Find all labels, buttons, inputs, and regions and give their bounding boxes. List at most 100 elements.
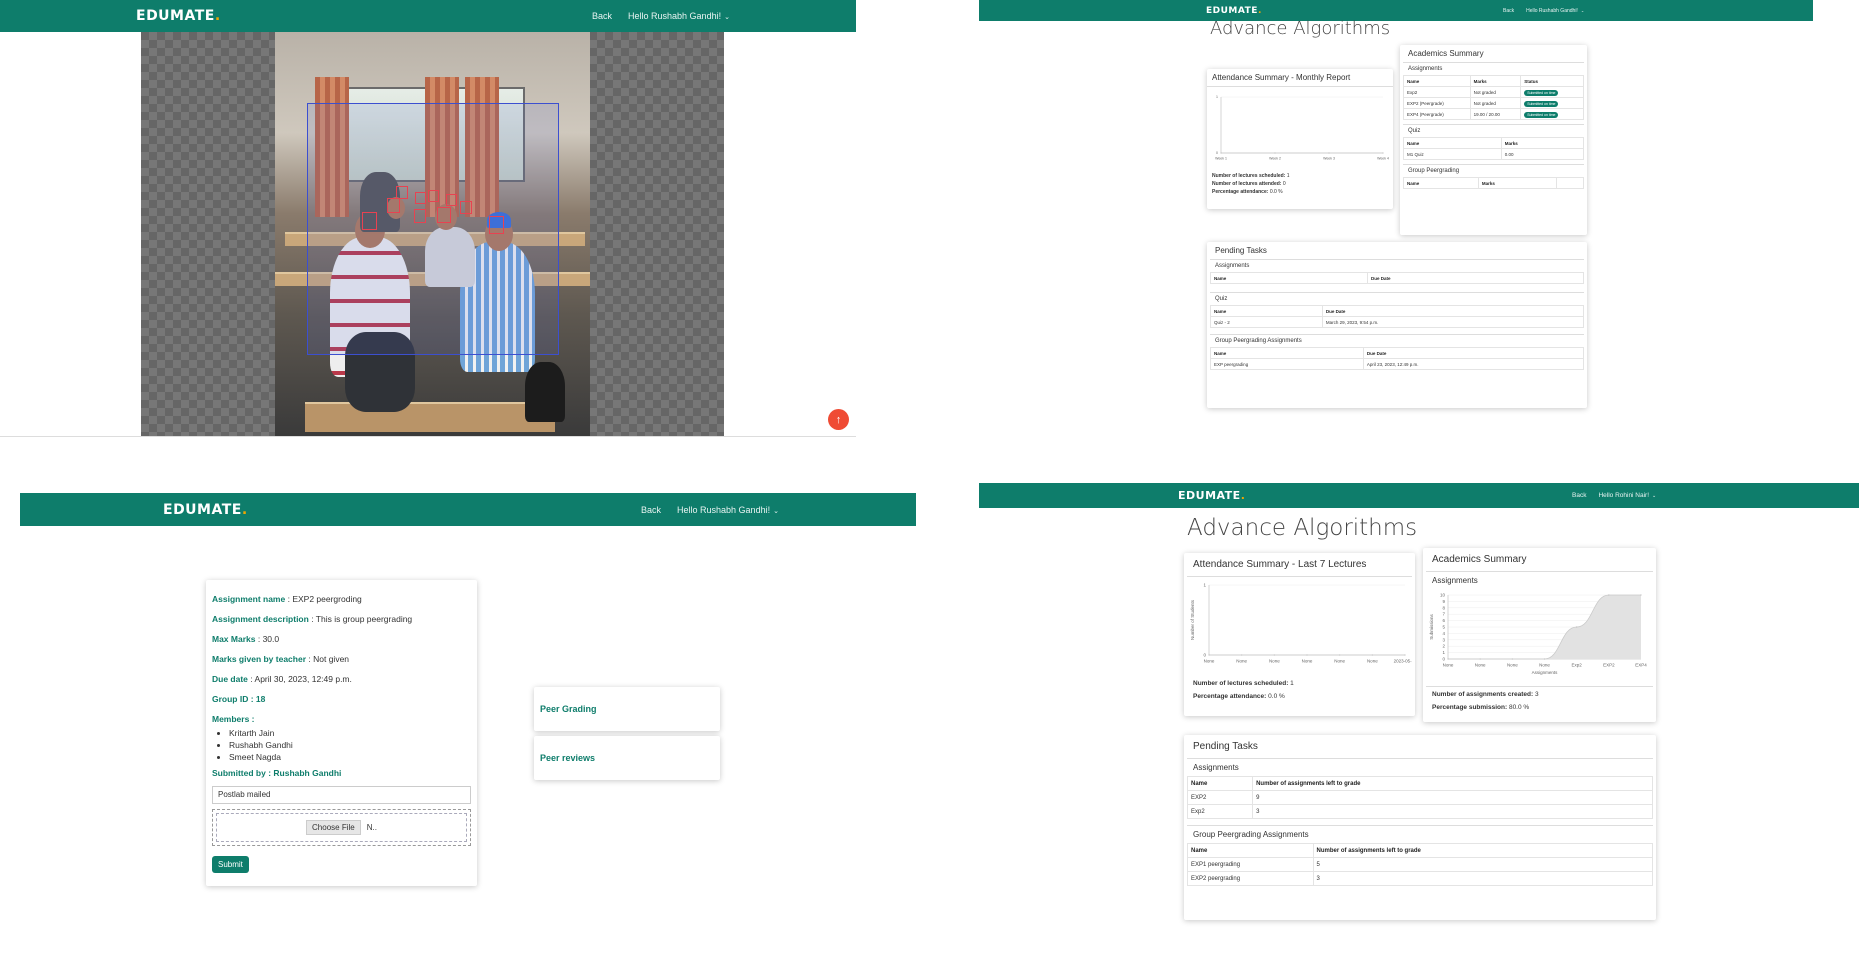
brand-logo[interactable]: EDUMATE. (136, 8, 221, 24)
x-tick-label: 2023-05-11 (1394, 659, 1412, 664)
status-badge: Submitted on time (1524, 111, 1559, 118)
stat-line: Number of lectures scheduled: 1 (1212, 173, 1290, 179)
table-row: M1 Quiz 0.00 (1403, 148, 1585, 160)
x-tick-label: None (1507, 663, 1518, 668)
table-row: EXP2 peergrading 3 (1187, 871, 1654, 886)
y-tick-label: 7 (1442, 612, 1445, 617)
data-point (1208, 654, 1210, 656)
card-title: Pending Tasks (1210, 242, 1584, 260)
table-row: EXP1 peergrading 5 (1187, 857, 1654, 872)
panel-teacher-summary: EDUMATE. Back Hello Rohini Nair! ⌄ Advanc… (979, 483, 1859, 959)
y-tick-label: 0 (1442, 657, 1445, 662)
table-row: EXP4 (Peergrade) 19.00 / 20.00 Submitted o… (1403, 108, 1584, 120)
academics-card: Academics Summary Assignments Name Marks S… (1400, 45, 1587, 235)
y-tick-label: 5 (1442, 625, 1445, 630)
stat-line: Percentage attendance: 0.0 % (1193, 693, 1285, 700)
status-badge: Submitted on time (1524, 100, 1559, 107)
pending-tasks-card: Pending Tasks Assignments Name Due Date Q… (1207, 242, 1587, 408)
assignments-table: Name Marks Status Exp2 Not graded Submitted … (1403, 75, 1584, 120)
user-menu[interactable]: Hello Rushabh Gandhi! ⌄ (1526, 8, 1584, 14)
y-tick-label: 2 (1442, 644, 1445, 649)
page-title: Advance Algorithms (1187, 515, 1418, 541)
y-tick-label: 1 (1442, 650, 1445, 655)
data-point (1640, 594, 1642, 596)
data-point (1447, 658, 1449, 660)
section-label: Group Peergrading (1403, 164, 1584, 177)
x-axis-label: Assignments (1532, 670, 1559, 675)
arrow-up-icon[interactable]: ↑ (828, 409, 849, 430)
back-link[interactable]: Back (592, 11, 612, 21)
data-point (1306, 654, 1308, 656)
submission-text-field[interactable]: Postlab mailed (212, 786, 471, 804)
y-axis-label: Number of Students (1190, 599, 1195, 640)
x-tick-label: None (1334, 659, 1345, 664)
x-tick-label: None (1443, 663, 1454, 668)
card-title: Academics Summary (1426, 548, 1653, 572)
chevron-down-icon: ⌄ (773, 505, 780, 515)
user-menu[interactable]: Hello Rohini Nair! ⌄ (1598, 492, 1656, 499)
quiz-table: Name Marks M1 Quiz 0.00 (1403, 137, 1585, 160)
chevron-down-icon: ⌄ (1580, 7, 1585, 13)
stat-line: Percentage attendance: 0.0 % (1212, 189, 1283, 195)
y-tick-label: 8 (1442, 605, 1445, 610)
section-label: Assignments (1432, 576, 1478, 585)
y-tick-label: 1 (1203, 583, 1206, 588)
card-title: Academics Summary (1403, 45, 1584, 63)
stat-line: Number of assignments created: 3 (1426, 686, 1653, 701)
back-link[interactable]: Back (641, 505, 661, 515)
back-link[interactable]: Back (1503, 8, 1514, 14)
navbar: EDUMATE. Back Hello Rushabh Gandhi! ⌄ (0, 0, 856, 32)
status-badge: Submitted on time (1524, 89, 1559, 96)
brand-logo[interactable]: EDUMATE. (163, 502, 248, 518)
data-point (1479, 658, 1481, 660)
list-item: Kritarth Jain (229, 728, 471, 738)
navbar: EDUMATE. Back Hello Rohini Nair! ⌄ (979, 483, 1859, 508)
pending-group-table: Name Number of assignments left to grade … (1187, 843, 1654, 886)
brand-logo[interactable]: EDUMATE. (1206, 6, 1262, 16)
file-drop-zone[interactable]: Choose File N.. (212, 809, 471, 846)
crop-selection-box[interactable] (307, 103, 559, 355)
submit-button[interactable]: Submit (212, 856, 249, 873)
pending-group-table: Name Due Date EXP peergrading April 23, 20… (1210, 347, 1585, 370)
x-tick-label: None (1302, 659, 1313, 664)
peer-grading-link[interactable]: Peer Grading (534, 687, 720, 731)
data-point (1404, 654, 1406, 656)
due-date: Due date : April 30, 2023, 12:49 p.m. (212, 674, 352, 684)
page-title: Advance Algorithms (1210, 18, 1391, 39)
panel-assignment-detail: EDUMATE. Back Hello Rushabh Gandhi! ⌄ Ass… (20, 493, 916, 959)
table-row: EXP peergrading April 23, 2023, 12:49 p.m… (1210, 358, 1585, 370)
brand-logo[interactable]: EDUMATE. (1178, 489, 1245, 502)
data-point (1339, 654, 1341, 656)
panel-student-summary: EDUMATE. Back Hello Rushabh Gandhi! ⌄ Adv… (979, 0, 1813, 420)
pending-assignments-table: Name Number of assignments left to grade … (1186, 776, 1653, 819)
attendance-chart: 01Week 1Week 2Week 3Week 4Number of lect… (1203, 95, 1389, 161)
table-row: EXP2 9 (1186, 790, 1653, 805)
assignment-card: Assignment name : EXP2 peergroding Assig… (206, 580, 477, 886)
max-marks: Max Marks : 30.0 (212, 634, 280, 644)
assignment-description: Assignment description : This is group p… (212, 614, 413, 624)
teacher-marks: Marks given by teacher : Not given (212, 654, 350, 664)
x-tick-label: EXP4 (1635, 663, 1647, 668)
y-tick-label: 9 (1442, 599, 1445, 604)
stat-line: Number of lectures scheduled: 1 (1193, 680, 1294, 687)
navbar: EDUMATE. Back Hello Rushabh Gandhi! ⌄ (20, 493, 916, 526)
table-row: Exp2 3 (1186, 804, 1653, 819)
x-tick-label: None (1367, 659, 1378, 664)
data-point (1543, 658, 1546, 660)
section-label: Group Peergrading Assignments (1187, 825, 1653, 843)
peer-reviews-link[interactable]: Peer reviews (534, 736, 720, 780)
data-point (1241, 654, 1243, 656)
data-point (1382, 152, 1384, 154)
section-label: Assignments (1408, 66, 1443, 72)
card-title: Attendance Summary - Monthly Report (1207, 69, 1393, 87)
panel-image-crop: EDUMATE. Back Hello Rushabh Gandhi! ⌄ ↑ (0, 0, 856, 438)
x-tick-label: Week 2 (1269, 157, 1281, 161)
x-tick-label: Exp2 (1572, 663, 1583, 668)
x-tick-label: Week 3 (1323, 157, 1335, 161)
academics-card: Academics Summary Assignments 0 12 345 67 89… (1423, 548, 1656, 722)
back-link[interactable]: Back (1572, 492, 1586, 499)
user-menu[interactable]: Hello Rushabh Gandhi! ⌄ (677, 505, 779, 515)
x-tick-label: None (1539, 663, 1550, 668)
choose-file-button[interactable]: Choose File (306, 820, 361, 835)
user-menu[interactable]: Hello Rushabh Gandhi! ⌄ (628, 11, 730, 21)
